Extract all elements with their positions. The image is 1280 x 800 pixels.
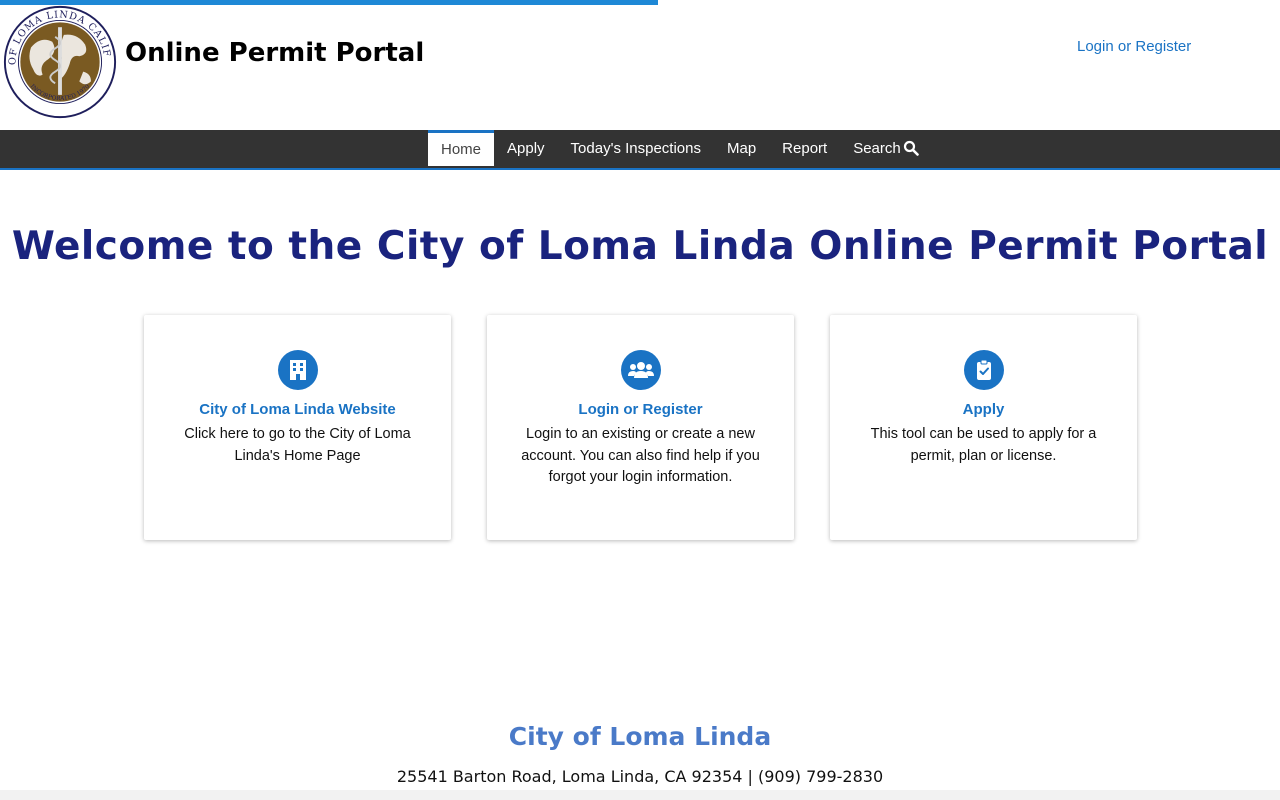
card-apply[interactable]: Apply This tool can be used to apply for… (830, 315, 1137, 540)
card-city-website-description: Click here to go to the City of Loma Lin… (184, 426, 411, 464)
card-login-register-title[interactable]: Login or Register (487, 401, 794, 418)
site-title: Online Permit Portal (125, 38, 425, 68)
nav-report[interactable]: Report (769, 130, 840, 166)
clipboard-check-icon (963, 350, 1004, 390)
bottom-strip (0, 790, 1280, 800)
nav-todays-inspections[interactable]: Today's Inspections (558, 130, 714, 166)
card-login-register-description: Login to an existing or create a new acc… (521, 426, 760, 485)
nav-apply[interactable]: Apply (494, 130, 558, 166)
nav-home[interactable]: Home (428, 130, 495, 166)
footer-city-name: City of Loma Linda (508, 722, 772, 751)
card-city-website[interactable]: City of Loma Linda Website Click here to… (144, 315, 451, 540)
card-apply-title[interactable]: Apply (830, 401, 1137, 418)
card-city-website-title[interactable]: City of Loma Linda Website (144, 401, 451, 418)
main-navbar: Home Apply Today's Inspections Map Repor… (0, 130, 1280, 170)
nav-map[interactable]: Map (714, 130, 769, 166)
nav-search-label: Search (853, 139, 901, 157)
card-login-register[interactable]: Login or Register Login to an existing o… (487, 315, 794, 540)
header-login-register-link[interactable]: Login or Register (1077, 38, 1191, 55)
users-icon (620, 350, 661, 390)
footer-address: 25541 Barton Road, Loma Linda, CA 92354 … (396, 767, 884, 786)
welcome-heading: Welcome to the City of Loma Linda Online… (11, 224, 1269, 269)
card-apply-description: This tool can be used to apply for a per… (870, 426, 1097, 464)
city-seal: CITY OF LOMA LINDA CALIFORNIA INCORPORAT… (1, 4, 117, 119)
nav-search[interactable]: Search (840, 130, 932, 166)
building-icon (277, 350, 318, 390)
search-icon (903, 140, 919, 156)
site-header: CITY OF LOMA LINDA CALIFORNIA INCORPORAT… (0, 0, 1280, 130)
